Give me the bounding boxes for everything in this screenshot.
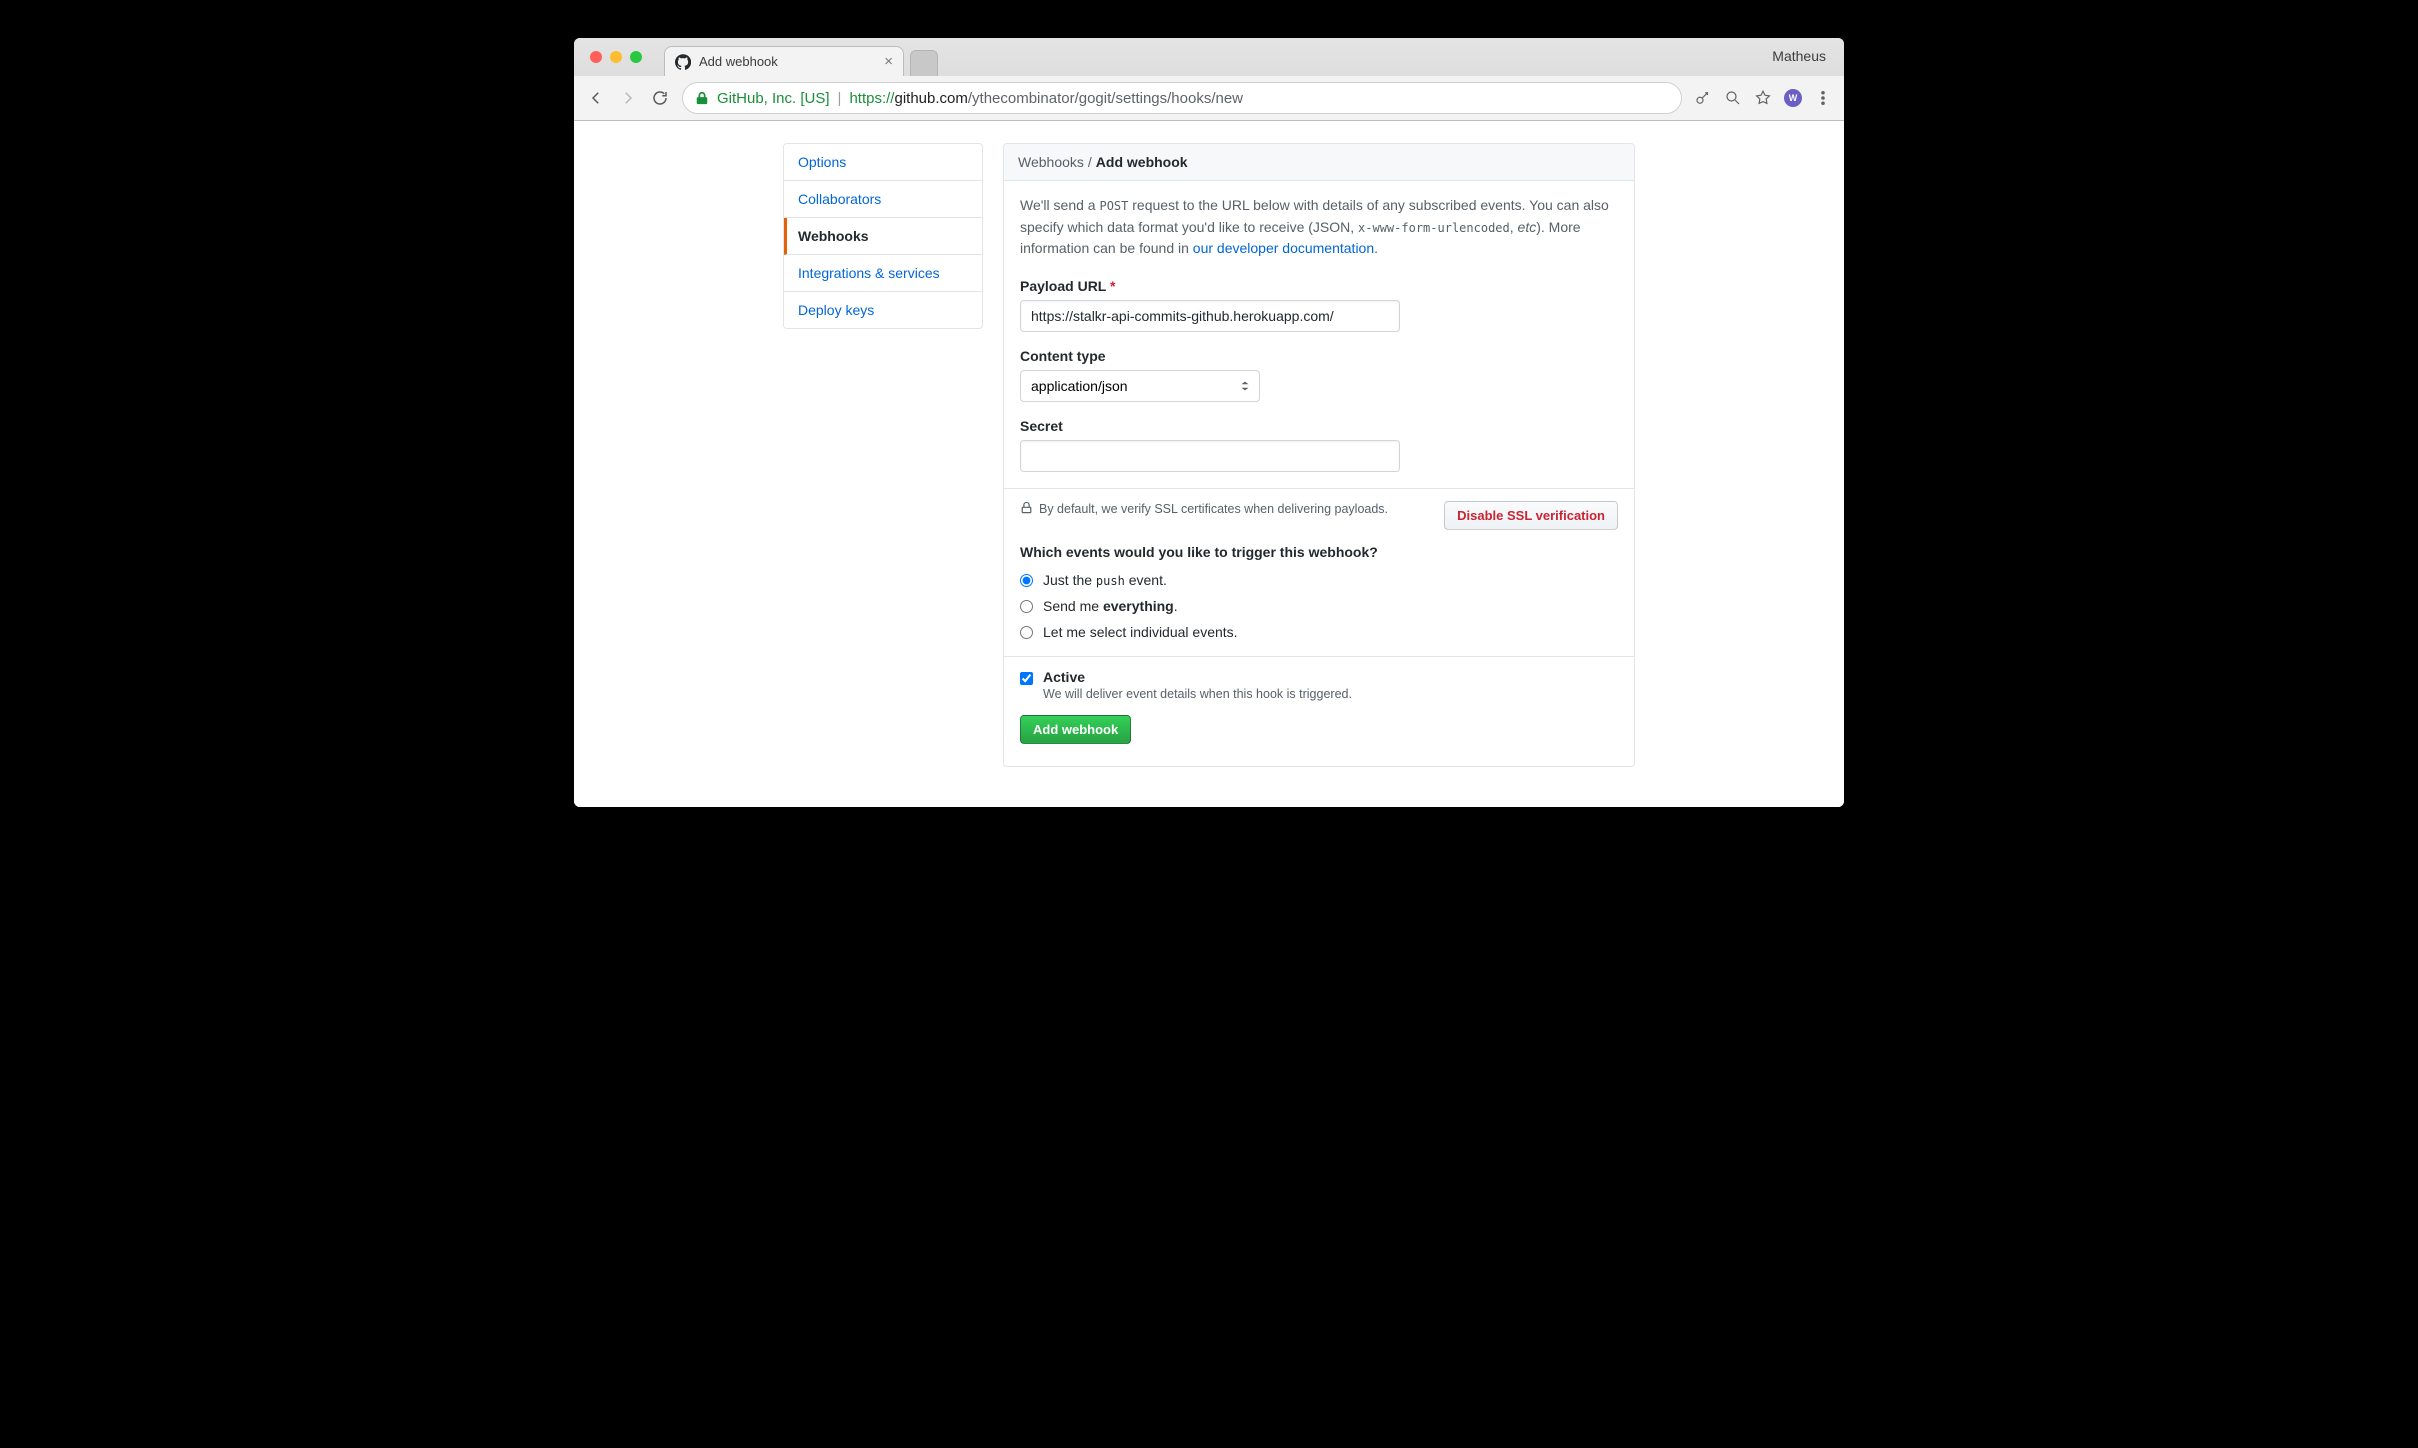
add-webhook-button[interactable]: Add webhook xyxy=(1020,715,1131,744)
active-checkbox[interactable] xyxy=(1020,672,1033,685)
sidebar-item-webhooks[interactable]: Webhooks xyxy=(784,218,982,255)
breadcrumb-parent[interactable]: Webhooks xyxy=(1018,154,1084,170)
sidebar-item-deploy-keys[interactable]: Deploy keys xyxy=(784,292,982,328)
window-controls xyxy=(584,51,650,63)
events-question: Which events would you like to trigger t… xyxy=(1020,544,1618,560)
secret-input[interactable] xyxy=(1020,440,1400,472)
browser-tab[interactable]: Add webhook × xyxy=(664,46,904,76)
nav-reload-button[interactable] xyxy=(650,88,670,108)
radio-everything[interactable] xyxy=(1020,600,1033,613)
browser-toolbar: GitHub, Inc. [US] | https://github.com/y… xyxy=(574,76,1844,120)
omnibox-separator: | xyxy=(838,90,842,107)
tab-title: Add webhook xyxy=(699,54,778,69)
disable-ssl-button[interactable]: Disable SSL verification xyxy=(1444,501,1618,530)
page-content: Options Collaborators Webhooks Integrati… xyxy=(574,121,1844,807)
active-description: We will deliver event details when this … xyxy=(1043,687,1352,701)
dev-docs-link[interactable]: our developer documentation xyxy=(1193,240,1374,256)
divider xyxy=(1004,488,1634,489)
payload-url-label: Payload URL * xyxy=(1020,278,1618,294)
github-icon xyxy=(675,54,691,70)
tab-strip: Add webhook × Matheus xyxy=(574,38,1844,76)
tab-close-button[interactable]: × xyxy=(884,54,893,69)
browser-chrome: Add webhook × Matheus GitHub, Inc. [US] xyxy=(574,38,1844,121)
kebab-menu-icon[interactable] xyxy=(1814,89,1832,107)
active-label: Active xyxy=(1043,669,1352,685)
lock-outline-icon xyxy=(1020,501,1033,517)
new-tab-button[interactable] xyxy=(910,50,938,76)
key-icon[interactable] xyxy=(1694,89,1712,107)
radio-push[interactable] xyxy=(1020,574,1033,587)
extension-badge[interactable]: W xyxy=(1784,89,1802,107)
lock-icon xyxy=(695,91,709,105)
settings-sidebar: Options Collaborators Webhooks Integrati… xyxy=(783,143,983,329)
sidebar-item-collaborators[interactable]: Collaborators xyxy=(784,181,982,218)
panel-breadcrumb: Webhooks / Add webhook xyxy=(1004,144,1634,181)
events-option-individual[interactable]: Let me select individual events. xyxy=(1020,624,1618,640)
content-type-label: Content type xyxy=(1020,348,1618,364)
sidebar-item-options[interactable]: Options xyxy=(784,144,982,181)
star-icon[interactable] xyxy=(1754,89,1772,107)
url-text: https://github.com/ythecombinator/gogit/… xyxy=(849,90,1243,107)
secret-label: Secret xyxy=(1020,418,1618,434)
window-minimize-button[interactable] xyxy=(610,51,622,63)
chrome-profile-name[interactable]: Matheus xyxy=(1772,38,1844,64)
intro-text: We'll send a POST request to the URL bel… xyxy=(1020,195,1618,260)
nav-back-button[interactable] xyxy=(586,88,606,108)
events-option-push[interactable]: Just the push event. xyxy=(1020,572,1618,588)
browser-window: Add webhook × Matheus GitHub, Inc. [US] xyxy=(574,38,1844,807)
nav-forward-button xyxy=(618,88,638,108)
sidebar-item-integrations[interactable]: Integrations & services xyxy=(784,255,982,292)
radio-individual[interactable] xyxy=(1020,626,1033,639)
webhook-panel: Webhooks / Add webhook We'll send a POST… xyxy=(1003,143,1635,767)
window-close-button[interactable] xyxy=(590,51,602,63)
payload-url-input[interactable] xyxy=(1020,300,1400,332)
events-option-everything[interactable]: Send me everything. xyxy=(1020,598,1618,614)
window-zoom-button[interactable] xyxy=(630,51,642,63)
content-type-select[interactable]: application/json xyxy=(1020,370,1260,402)
breadcrumb-current: Add webhook xyxy=(1096,154,1188,170)
panel-body: We'll send a POST request to the URL bel… xyxy=(1004,181,1634,766)
zoom-icon[interactable] xyxy=(1724,89,1742,107)
divider xyxy=(1004,656,1634,657)
breadcrumb-sep: / xyxy=(1088,154,1092,170)
ev-cert-label: GitHub, Inc. [US] xyxy=(717,90,830,107)
ssl-note: By default, we verify SSL certificates w… xyxy=(1020,501,1434,517)
address-bar[interactable]: GitHub, Inc. [US] | https://github.com/y… xyxy=(682,82,1682,114)
